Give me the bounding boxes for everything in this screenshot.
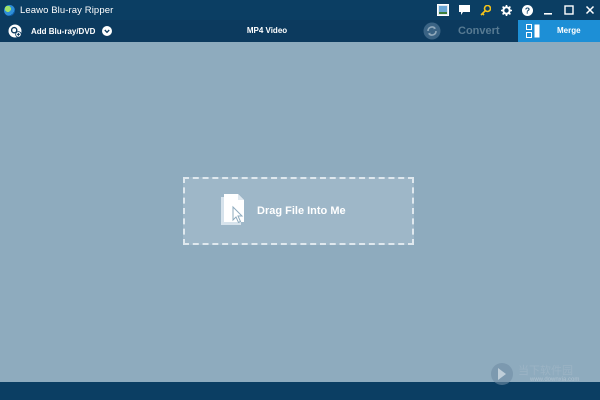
watermark-text: 当下软件园 — [518, 364, 573, 377]
disc-add-icon — [8, 24, 22, 38]
maximize-icon[interactable] — [559, 0, 579, 20]
app-logo-icon — [4, 4, 15, 16]
toolbar: Add Blu-ray/DVD MP4 Video Convert — [0, 20, 600, 42]
app-window: Leawo Blu-ray Ripper ? Add Blu-ray/DVD M… — [0, 0, 600, 400]
drag-file-label: Drag File Into Me — [257, 205, 346, 217]
window-title: Leawo Blu-ray Ripper — [20, 4, 114, 16]
watermark-url: www.downxia.com — [530, 377, 580, 383]
minimize-icon[interactable] — [538, 0, 558, 20]
screenshot-icon[interactable] — [433, 0, 453, 20]
title-bar: Leawo Blu-ray Ripper ? — [0, 0, 600, 20]
convert-icon — [423, 22, 441, 40]
watermark-logo-icon — [491, 363, 513, 385]
merge-label: Merge — [557, 26, 581, 35]
chevron-down-icon[interactable] — [102, 26, 112, 36]
add-bluray-dvd-button[interactable]: Add Blu-ray/DVD — [8, 22, 95, 40]
svg-text:?: ? — [524, 5, 529, 15]
document-icon — [221, 194, 244, 225]
drag-file-dropzone[interactable]: Drag File Into Me — [183, 177, 414, 245]
gear-icon[interactable] — [496, 0, 516, 20]
chat-icon[interactable] — [454, 0, 474, 20]
merge-icon — [526, 24, 540, 38]
watermark: 当下软件园 www.downxia.com — [490, 361, 600, 389]
convert-button[interactable]: Convert — [458, 20, 500, 42]
title-bar-controls: ? — [433, 0, 600, 20]
key-icon[interactable] — [475, 0, 495, 20]
help-icon[interactable]: ? — [517, 0, 537, 20]
merge-button[interactable]: Merge — [518, 20, 600, 42]
add-bluray-dvd-label: Add Blu-ray/DVD — [31, 26, 96, 36]
close-icon[interactable] — [580, 0, 600, 20]
output-format-selector[interactable]: MP4 Video — [232, 20, 302, 42]
